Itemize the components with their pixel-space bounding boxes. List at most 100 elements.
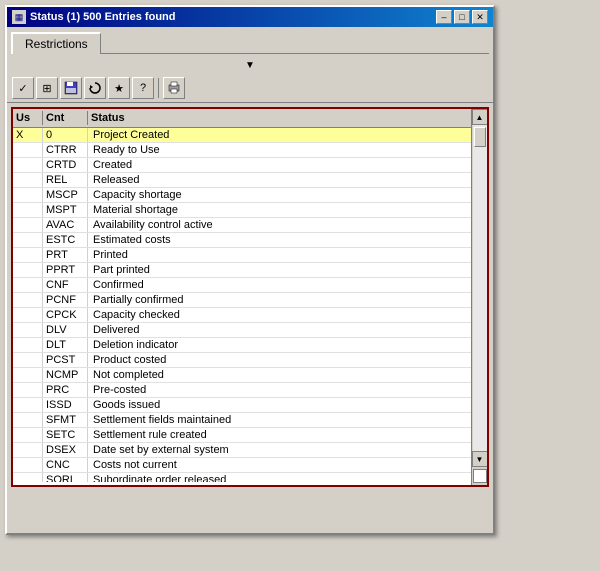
- table-row[interactable]: SETCSettlement rule created: [13, 428, 471, 443]
- maximize-button[interactable]: □: [454, 10, 470, 24]
- cell-cnt: PPRT: [43, 263, 88, 277]
- cell-status: Product costed: [88, 353, 471, 367]
- table-row[interactable]: PPRTPart printed: [13, 263, 471, 278]
- scroll-track: [473, 125, 487, 451]
- cell-status: Printed: [88, 248, 471, 262]
- col-header-status: Status: [88, 111, 471, 125]
- table-row[interactable]: NCMPNot completed: [13, 368, 471, 383]
- cell-status: Created: [88, 158, 471, 172]
- cell-user: [13, 203, 43, 217]
- title-bar-controls: – □ ✕: [436, 10, 488, 24]
- cell-status: Capacity shortage: [88, 188, 471, 202]
- cell-status: Availability control active: [88, 218, 471, 232]
- cell-user: [13, 188, 43, 202]
- cell-user: [13, 293, 43, 307]
- cell-user: [13, 263, 43, 277]
- table-row[interactable]: CTRRReady to Use: [13, 143, 471, 158]
- minimize-button[interactable]: –: [436, 10, 452, 24]
- table-row[interactable]: DLVDelivered: [13, 323, 471, 338]
- tab-restrictions[interactable]: Restrictions: [11, 32, 101, 54]
- table-row[interactable]: ESTCEstimated costs: [13, 233, 471, 248]
- table-row[interactable]: SFMTSettlement fields maintained: [13, 413, 471, 428]
- window-title: Status (1) 500 Entries found: [30, 11, 175, 23]
- cell-status: Settlement fields maintained: [88, 413, 471, 427]
- cell-status: Project Created: [88, 128, 471, 142]
- col-header-user: Us: [13, 111, 43, 125]
- scroll-up-button[interactable]: ▲: [472, 109, 488, 125]
- cell-status: Material shortage: [88, 203, 471, 217]
- save-icon: [64, 81, 78, 95]
- cell-user: [13, 308, 43, 322]
- cell-cnt: PCST: [43, 353, 88, 367]
- scroll-down-button[interactable]: ▼: [472, 451, 488, 467]
- print-icon: [167, 81, 181, 95]
- grid-button[interactable]: ⊞: [36, 77, 58, 99]
- cell-user: [13, 338, 43, 352]
- table-row[interactable]: MSPTMaterial shortage: [13, 203, 471, 218]
- table-row[interactable]: X0Project Created: [13, 128, 471, 143]
- refresh-icon: [88, 81, 102, 95]
- cell-cnt: CRTD: [43, 158, 88, 172]
- cell-user: [13, 458, 43, 472]
- cell-user: [13, 413, 43, 427]
- table-row[interactable]: PCSTProduct costed: [13, 353, 471, 368]
- scroll-checkbox[interactable]: [473, 469, 487, 483]
- table-row[interactable]: PRCPre-costed: [13, 383, 471, 398]
- col-header-cnt: Cnt: [43, 111, 88, 125]
- table-row[interactable]: AVACAvailability control active: [13, 218, 471, 233]
- table-row[interactable]: PRTPrinted: [13, 248, 471, 263]
- save-button[interactable]: [60, 77, 82, 99]
- cell-cnt: CNC: [43, 458, 88, 472]
- table-row[interactable]: CNFConfirmed: [13, 278, 471, 293]
- check-button[interactable]: ✓: [12, 77, 34, 99]
- cell-cnt: SORL: [43, 473, 88, 482]
- cell-cnt: CNF: [43, 278, 88, 292]
- table-row[interactable]: PCNFPartially confirmed: [13, 293, 471, 308]
- table-row[interactable]: DSEXDate set by external system: [13, 443, 471, 458]
- cell-status: Capacity checked: [88, 308, 471, 322]
- cell-user: [13, 443, 43, 457]
- table-row[interactable]: MSCPCapacity shortage: [13, 188, 471, 203]
- cell-cnt: ESTC: [43, 233, 88, 247]
- cell-user: [13, 248, 43, 262]
- cell-cnt: AVAC: [43, 218, 88, 232]
- cell-status: Subordinate order released: [88, 473, 471, 482]
- refresh-button[interactable]: [84, 77, 106, 99]
- cell-status: Not completed: [88, 368, 471, 382]
- star-button[interactable]: ★: [108, 77, 130, 99]
- cell-status: Part printed: [88, 263, 471, 277]
- table-row[interactable]: CNCCosts not current: [13, 458, 471, 473]
- dropdown-area: ▼: [7, 54, 493, 74]
- tab-bar: Restrictions: [7, 27, 493, 53]
- cell-user: [13, 278, 43, 292]
- scroll-thumb[interactable]: [474, 127, 486, 147]
- cell-cnt: DSEX: [43, 443, 88, 457]
- print-button[interactable]: [163, 77, 185, 99]
- table-row[interactable]: CPCKCapacity checked: [13, 308, 471, 323]
- cell-user: [13, 233, 43, 247]
- help-button[interactable]: ?: [132, 77, 154, 99]
- cell-status: Delivered: [88, 323, 471, 337]
- cell-status: Costs not current: [88, 458, 471, 472]
- cell-cnt: DLT: [43, 338, 88, 352]
- toolbar: ✓ ⊞ ★ ?: [7, 74, 493, 103]
- table-row[interactable]: ISSDGoods issued: [13, 398, 471, 413]
- table-body: X0Project CreatedCTRRReady to UseCRTDCre…: [13, 128, 471, 482]
- table-row[interactable]: CRTDCreated: [13, 158, 471, 173]
- cell-status: Released: [88, 173, 471, 187]
- table-row[interactable]: SORLSubordinate order released: [13, 473, 471, 482]
- cell-user: [13, 353, 43, 367]
- close-button[interactable]: ✕: [472, 10, 488, 24]
- cell-status: Settlement rule created: [88, 428, 471, 442]
- cell-cnt: PRT: [43, 248, 88, 262]
- cell-cnt: MSPT: [43, 203, 88, 217]
- table-row[interactable]: DLTDeletion indicator: [13, 338, 471, 353]
- cell-user: [13, 158, 43, 172]
- table-row[interactable]: RELReleased: [13, 173, 471, 188]
- cell-cnt: NCMP: [43, 368, 88, 382]
- cell-cnt: SFMT: [43, 413, 88, 427]
- cell-status: Goods issued: [88, 398, 471, 412]
- table-header: Us Cnt Status: [13, 109, 471, 128]
- cell-cnt: SETC: [43, 428, 88, 442]
- vertical-scrollbar[interactable]: ▲ ▼: [471, 109, 487, 485]
